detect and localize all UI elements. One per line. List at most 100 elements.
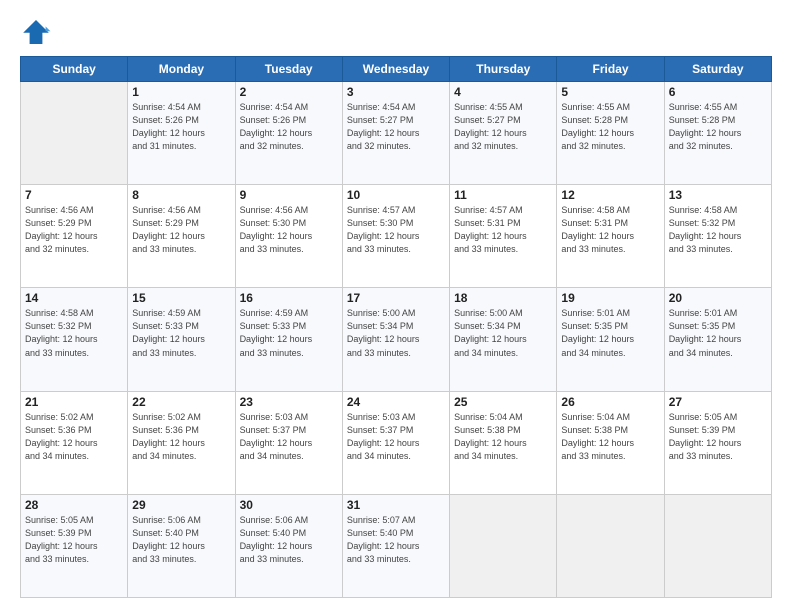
calendar-cell: 23 Sunrise: 5:03 AM Sunset: 5:37 PM Dayli…	[235, 391, 342, 494]
day-info: Sunrise: 5:06 AM Sunset: 5:40 PM Dayligh…	[240, 514, 338, 566]
calendar-cell: 27 Sunrise: 5:05 AM Sunset: 5:39 PM Dayli…	[664, 391, 771, 494]
day-number: 2	[240, 85, 338, 99]
day-info: Sunrise: 5:05 AM Sunset: 5:39 PM Dayligh…	[25, 514, 123, 566]
week-row-3: 14Sunrise: 4:58 AM Sunset: 5:32 PM Dayli…	[21, 288, 772, 391]
calendar-cell: 7 Sunrise: 4:56 AM Sunset: 5:29 PM Daylig…	[21, 185, 128, 288]
calendar-cell: 26 Sunrise: 5:04 AM Sunset: 5:38 PM Dayli…	[557, 391, 664, 494]
day-number: 23	[240, 395, 338, 409]
day-number: 11	[454, 188, 552, 202]
logo-icon	[20, 18, 52, 46]
weekday-header-sunday: Sunday	[21, 57, 128, 82]
week-row-1: 1 Sunrise: 4:54 AM Sunset: 5:26 PM Daylig…	[21, 82, 772, 185]
day-info: Sunrise: 4:57 AM Sunset: 5:31 PM Dayligh…	[454, 204, 552, 256]
day-info: Sunrise: 5:06 AM Sunset: 5:40 PM Dayligh…	[132, 514, 230, 566]
day-info: Sunrise: 4:58 AM Sunset: 5:32 PM Dayligh…	[669, 204, 767, 256]
day-number: 8	[132, 188, 230, 202]
day-info: Sunrise: 4:55 AM Sunset: 5:28 PM Dayligh…	[561, 101, 659, 153]
weekday-header-saturday: Saturday	[664, 57, 771, 82]
day-info: Sunrise: 5:07 AM Sunset: 5:40 PM Dayligh…	[347, 514, 445, 566]
calendar-cell: 31 Sunrise: 5:07 AM Sunset: 5:40 PM Dayli…	[342, 494, 449, 597]
calendar-cell: 24Sunrise: 5:03 AM Sunset: 5:37 PM Dayli…	[342, 391, 449, 494]
day-info: Sunrise: 5:04 AM Sunset: 5:38 PM Dayligh…	[561, 411, 659, 463]
logo	[20, 18, 58, 46]
day-number: 26	[561, 395, 659, 409]
calendar-cell: 18Sunrise: 5:00 AM Sunset: 5:34 PM Dayli…	[450, 288, 557, 391]
day-info: Sunrise: 4:57 AM Sunset: 5:30 PM Dayligh…	[347, 204, 445, 256]
day-info: Sunrise: 5:01 AM Sunset: 5:35 PM Dayligh…	[561, 307, 659, 359]
day-number: 10	[347, 188, 445, 202]
day-number: 31	[347, 498, 445, 512]
day-info: Sunrise: 5:02 AM Sunset: 5:36 PM Dayligh…	[132, 411, 230, 463]
day-number: 14	[25, 291, 123, 305]
calendar-cell: 19Sunrise: 5:01 AM Sunset: 5:35 PM Dayli…	[557, 288, 664, 391]
day-number: 30	[240, 498, 338, 512]
calendar-cell: 22 Sunrise: 5:02 AM Sunset: 5:36 PM Dayli…	[128, 391, 235, 494]
calendar-cell	[21, 82, 128, 185]
day-info: Sunrise: 5:00 AM Sunset: 5:34 PM Dayligh…	[347, 307, 445, 359]
calendar-cell: 20 Sunrise: 5:01 AM Sunset: 5:35 PM Dayli…	[664, 288, 771, 391]
day-number: 13	[669, 188, 767, 202]
day-info: Sunrise: 4:56 AM Sunset: 5:29 PM Dayligh…	[25, 204, 123, 256]
calendar-cell: 6 Sunrise: 4:55 AM Sunset: 5:28 PM Daylig…	[664, 82, 771, 185]
calendar-cell: 15 Sunrise: 4:59 AM Sunset: 5:33 PM Dayli…	[128, 288, 235, 391]
weekday-header-friday: Friday	[557, 57, 664, 82]
day-info: Sunrise: 5:01 AM Sunset: 5:35 PM Dayligh…	[669, 307, 767, 359]
day-number: 12	[561, 188, 659, 202]
day-number: 20	[669, 291, 767, 305]
calendar-cell: 4 Sunrise: 4:55 AM Sunset: 5:27 PM Daylig…	[450, 82, 557, 185]
day-number: 6	[669, 85, 767, 99]
day-number: 16	[240, 291, 338, 305]
day-number: 18	[454, 291, 552, 305]
calendar-cell: 13 Sunrise: 4:58 AM Sunset: 5:32 PM Dayli…	[664, 185, 771, 288]
day-info: Sunrise: 4:58 AM Sunset: 5:31 PM Dayligh…	[561, 204, 659, 256]
day-number: 21	[25, 395, 123, 409]
day-number: 29	[132, 498, 230, 512]
calendar-cell: 30 Sunrise: 5:06 AM Sunset: 5:40 PM Dayli…	[235, 494, 342, 597]
day-number: 4	[454, 85, 552, 99]
day-number: 24	[347, 395, 445, 409]
week-row-5: 28 Sunrise: 5:05 AM Sunset: 5:39 PM Dayli…	[21, 494, 772, 597]
day-number: 22	[132, 395, 230, 409]
day-info: Sunrise: 5:05 AM Sunset: 5:39 PM Dayligh…	[669, 411, 767, 463]
day-info: Sunrise: 4:54 AM Sunset: 5:26 PM Dayligh…	[132, 101, 230, 153]
day-info: Sunrise: 4:56 AM Sunset: 5:29 PM Dayligh…	[132, 204, 230, 256]
weekday-header-thursday: Thursday	[450, 57, 557, 82]
week-row-2: 7 Sunrise: 4:56 AM Sunset: 5:29 PM Daylig…	[21, 185, 772, 288]
page: SundayMondayTuesdayWednesdayThursdayFrid…	[0, 0, 792, 612]
day-number: 28	[25, 498, 123, 512]
weekday-header-monday: Monday	[128, 57, 235, 82]
day-info: Sunrise: 4:56 AM Sunset: 5:30 PM Dayligh…	[240, 204, 338, 256]
day-info: Sunrise: 4:59 AM Sunset: 5:33 PM Dayligh…	[132, 307, 230, 359]
day-number: 27	[669, 395, 767, 409]
weekday-header-row: SundayMondayTuesdayWednesdayThursdayFrid…	[21, 57, 772, 82]
calendar-cell: 21 Sunrise: 5:02 AM Sunset: 5:36 PM Dayli…	[21, 391, 128, 494]
calendar-cell: 25Sunrise: 5:04 AM Sunset: 5:38 PM Dayli…	[450, 391, 557, 494]
weekday-header-tuesday: Tuesday	[235, 57, 342, 82]
calendar-cell: 28 Sunrise: 5:05 AM Sunset: 5:39 PM Dayli…	[21, 494, 128, 597]
day-number: 1	[132, 85, 230, 99]
calendar-cell: 3 Sunrise: 4:54 AM Sunset: 5:27 PM Daylig…	[342, 82, 449, 185]
calendar-cell	[664, 494, 771, 597]
day-number: 15	[132, 291, 230, 305]
day-info: Sunrise: 5:03 AM Sunset: 5:37 PM Dayligh…	[240, 411, 338, 463]
calendar-table: SundayMondayTuesdayWednesdayThursdayFrid…	[20, 56, 772, 598]
day-number: 7	[25, 188, 123, 202]
day-info: Sunrise: 4:55 AM Sunset: 5:27 PM Dayligh…	[454, 101, 552, 153]
calendar-cell	[557, 494, 664, 597]
calendar-cell: 5 Sunrise: 4:55 AM Sunset: 5:28 PM Daylig…	[557, 82, 664, 185]
calendar-cell: 17Sunrise: 5:00 AM Sunset: 5:34 PM Dayli…	[342, 288, 449, 391]
calendar-cell: 14Sunrise: 4:58 AM Sunset: 5:32 PM Dayli…	[21, 288, 128, 391]
calendar-cell: 12 Sunrise: 4:58 AM Sunset: 5:31 PM Dayli…	[557, 185, 664, 288]
calendar-cell: 1 Sunrise: 4:54 AM Sunset: 5:26 PM Daylig…	[128, 82, 235, 185]
day-info: Sunrise: 4:54 AM Sunset: 5:27 PM Dayligh…	[347, 101, 445, 153]
day-number: 3	[347, 85, 445, 99]
day-info: Sunrise: 4:55 AM Sunset: 5:28 PM Dayligh…	[669, 101, 767, 153]
calendar-cell	[450, 494, 557, 597]
header	[20, 18, 772, 46]
day-number: 5	[561, 85, 659, 99]
week-row-4: 21 Sunrise: 5:02 AM Sunset: 5:36 PM Dayli…	[21, 391, 772, 494]
calendar-cell: 16Sunrise: 4:59 AM Sunset: 5:33 PM Dayli…	[235, 288, 342, 391]
day-info: Sunrise: 5:02 AM Sunset: 5:36 PM Dayligh…	[25, 411, 123, 463]
day-number: 9	[240, 188, 338, 202]
day-info: Sunrise: 5:04 AM Sunset: 5:38 PM Dayligh…	[454, 411, 552, 463]
